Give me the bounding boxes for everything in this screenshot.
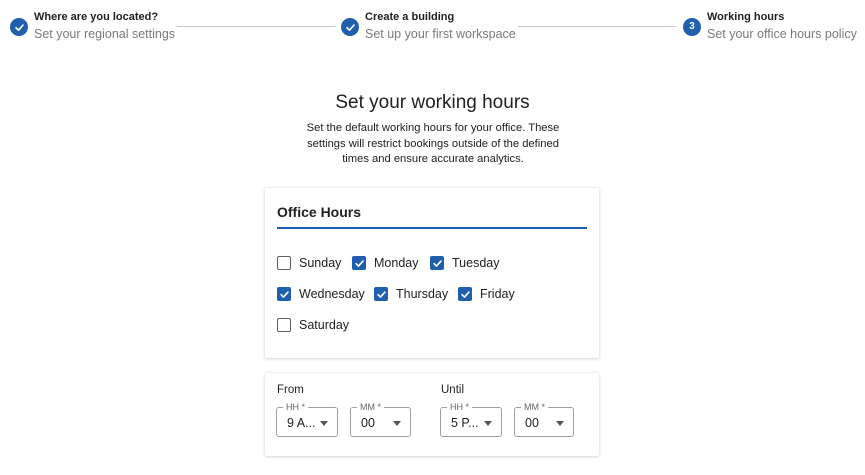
day-checkbox-friday[interactable]: Friday: [458, 286, 515, 302]
check-icon: [341, 18, 359, 36]
step-title: Working hours: [707, 11, 785, 23]
step-subtitle: Set up your first workspace: [365, 27, 516, 41]
hour-field-label: HH *: [447, 401, 473, 413]
checkbox-checked-icon[interactable]: [277, 287, 291, 301]
checkbox-checked-icon[interactable]: [458, 287, 472, 301]
step-subtitle: Set your regional settings: [34, 27, 176, 41]
step-subtitle: Set your office hours policy: [707, 27, 857, 41]
minute-field-label: MM *: [521, 401, 548, 413]
day-checkbox-thursday[interactable]: Thursday: [374, 286, 448, 302]
office-hours-card: Office Hours Sunday Monday Tuesday Wedne…: [265, 188, 599, 358]
title-underline: [277, 227, 587, 229]
step-connector: [518, 26, 676, 27]
from-hour-select[interactable]: HH * 9 A...: [276, 401, 338, 437]
day-label: Tuesday: [452, 256, 500, 270]
from-label: From: [277, 384, 304, 396]
dropdown-arrow-icon[interactable]: [484, 421, 492, 426]
day-label: Wednesday: [299, 287, 365, 301]
dropdown-arrow-icon[interactable]: [393, 421, 401, 426]
check-icon: [10, 18, 28, 36]
dropdown-arrow-icon[interactable]: [556, 421, 564, 426]
from-minute-select[interactable]: MM * 00: [350, 401, 411, 437]
stepper: Where are you located? Set your regional…: [0, 0, 865, 50]
step-location[interactable]: Where are you located? Set your regional…: [10, 10, 175, 43]
day-label: Saturday: [299, 318, 350, 332]
step-title: Create a building: [365, 11, 455, 23]
page-description: Set the default working hours for your o…: [306, 122, 560, 165]
minute-field-label: MM *: [357, 401, 384, 413]
hour-value: 5 P...: [451, 416, 479, 430]
step-number-badge: 3: [683, 18, 701, 36]
day-checkbox-saturday[interactable]: Saturday: [277, 317, 349, 333]
checkbox-unchecked-icon[interactable]: [277, 256, 291, 270]
day-checkbox-tuesday[interactable]: Tuesday: [430, 255, 499, 271]
step-number: 3: [689, 21, 695, 32]
day-label: Monday: [374, 256, 419, 270]
hour-field-label: HH *: [283, 401, 309, 413]
checkbox-checked-icon[interactable]: [352, 256, 366, 270]
minute-value: 00: [361, 416, 375, 430]
day-label: Friday: [480, 287, 515, 301]
day-checkbox-sunday[interactable]: Sunday: [277, 255, 341, 271]
step-title: Where are you located?: [34, 11, 159, 23]
day-label: Sunday: [299, 256, 342, 270]
day-checkbox-wednesday[interactable]: Wednesday: [277, 286, 365, 302]
page-title: Set your working hours: [335, 92, 530, 113]
hour-value: 9 A...: [287, 416, 316, 430]
step-building[interactable]: Create a building Set up your first work…: [341, 10, 516, 43]
until-hour-select[interactable]: HH * 5 P...: [440, 401, 502, 437]
time-range-card: From HH * 9 A... MM * 00 Until HH * 5 P.…: [265, 373, 599, 456]
day-label: Thursday: [396, 287, 449, 301]
until-minute-select[interactable]: MM * 00: [514, 401, 574, 437]
step-working-hours[interactable]: 3 Working hours Set your office hours po…: [683, 10, 857, 43]
minute-value: 00: [525, 416, 539, 430]
until-label: Until: [441, 384, 465, 396]
checkbox-checked-icon[interactable]: [430, 256, 444, 270]
checkbox-checked-icon[interactable]: [374, 287, 388, 301]
step-connector: [177, 26, 335, 27]
checkbox-unchecked-icon[interactable]: [277, 318, 291, 332]
dropdown-arrow-icon[interactable]: [320, 421, 328, 426]
office-hours-title: Office Hours: [277, 204, 362, 220]
day-checkbox-monday[interactable]: Monday: [352, 255, 418, 271]
